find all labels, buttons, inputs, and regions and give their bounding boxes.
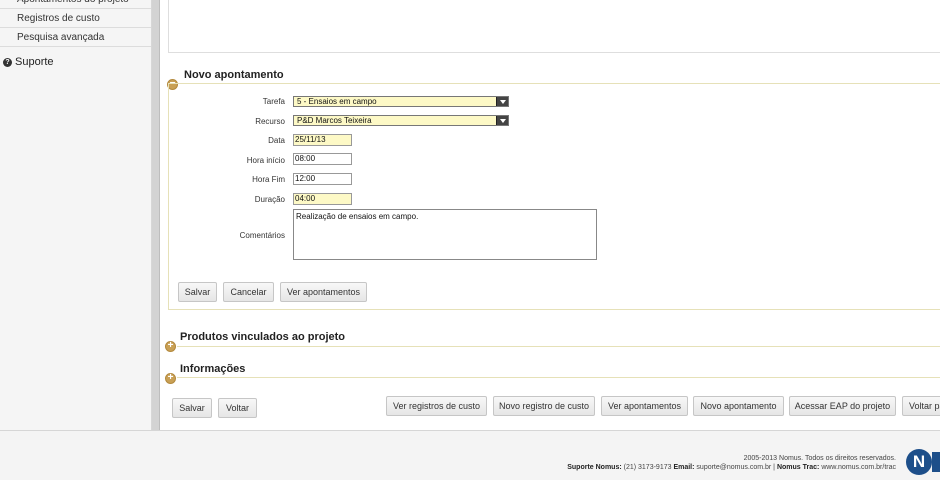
email-link[interactable]: suporte@nomus.com.br | (696, 464, 775, 471)
sidebar: Apontamentos do projeto Registros de cus… (0, 0, 152, 430)
trac-label: Nomus Trac: (776, 464, 820, 471)
section-divider (177, 346, 940, 347)
previous-panel (168, 0, 940, 53)
cancelar-button[interactable]: Cancelar (223, 282, 274, 302)
voltar-button[interactable]: Voltar (218, 398, 257, 418)
trac-link[interactable]: www.nomus.com.br/trac (821, 464, 896, 471)
novo-apontamento-title: Novo apontamento (184, 69, 284, 81)
section-divider (177, 377, 940, 378)
voltar-painel-button[interactable]: Voltar pa (902, 396, 940, 416)
hora-fim-label: Hora Fim (252, 175, 285, 184)
hora-fim-input[interactable]: 12:00 (293, 173, 352, 185)
comentarios-textarea[interactable]: Realização de ensaios em campo. (293, 209, 597, 260)
data-label: Data (268, 136, 285, 145)
ver-registros-custo-button[interactable]: Ver registros de custo (386, 396, 487, 416)
data-input[interactable]: 25/11/13 (293, 134, 352, 146)
help-icon: ? (3, 57, 12, 67)
recurso-label: Recurso (255, 117, 285, 126)
main-content: − Novo apontamento Tarefa 5 - Ensaios em… (160, 0, 940, 430)
hora-inicio-label: Hora início (246, 156, 285, 165)
support-label: Suporte (15, 56, 54, 68)
suporte-label: Suporte Nomus: (567, 464, 622, 471)
chevron-down-icon[interactable] (496, 97, 508, 106)
duracao-label: Duração (254, 195, 285, 204)
tarefa-select[interactable]: 5 - Ensaios em campo (293, 96, 509, 107)
sidebar-item-registros-custo[interactable]: Registros de custo (0, 9, 151, 28)
informacoes-section-title[interactable]: Informações (180, 363, 245, 375)
footer-copyright: 2005-2013 Nomus. Todos os direitos reser… (743, 455, 896, 462)
novo-apontamento-button[interactable]: Novo apontamento (693, 396, 784, 416)
sidebar-splitter (152, 0, 160, 430)
salvar-button[interactable]: Salvar (172, 398, 212, 418)
suporte-phone: (21) 3173-9173 (623, 464, 672, 471)
acessar-eap-button[interactable]: Acessar EAP do projeto (789, 396, 896, 416)
novo-registro-custo-button[interactable]: Novo registro de custo (493, 396, 595, 416)
recurso-select[interactable]: P&D Marcos Teixeira (293, 115, 509, 126)
comentarios-label: Comentários (239, 231, 285, 240)
nomus-logo-edge (932, 452, 940, 472)
nomus-logo: N (906, 449, 932, 475)
tarefa-label: Tarefa (262, 97, 285, 106)
email-label: Email: (673, 464, 695, 471)
tarefa-value: 5 - Ensaios em campo (297, 97, 377, 106)
footer-contact: Suporte Nomus: (21) 3173-9173 Email: sup… (567, 464, 896, 471)
expand-icon[interactable]: + (165, 341, 176, 352)
footer: 2005-2013 Nomus. Todos os direitos reser… (0, 430, 940, 480)
recurso-value: P&D Marcos Teixeira (297, 116, 372, 125)
sidebar-item-apontamentos[interactable]: Apontamentos do projeto (0, 0, 151, 9)
ver-apontamentos-button[interactable]: Ver apontamentos (601, 396, 688, 416)
duracao-input[interactable]: 04:00 (293, 193, 352, 205)
produtos-section-title[interactable]: Produtos vinculados ao projeto (180, 331, 345, 343)
ver-apontamentos-form-button[interactable]: Ver apontamentos (280, 282, 367, 302)
salvar-apontamento-button[interactable]: Salvar (178, 282, 217, 302)
support-link[interactable]: ? Suporte (3, 56, 54, 68)
hora-inicio-input[interactable]: 08:00 (293, 153, 352, 165)
expand-icon[interactable]: + (165, 373, 176, 384)
chevron-down-icon[interactable] (496, 116, 508, 125)
sidebar-item-pesquisa-avancada[interactable]: Pesquisa avançada (0, 28, 151, 47)
